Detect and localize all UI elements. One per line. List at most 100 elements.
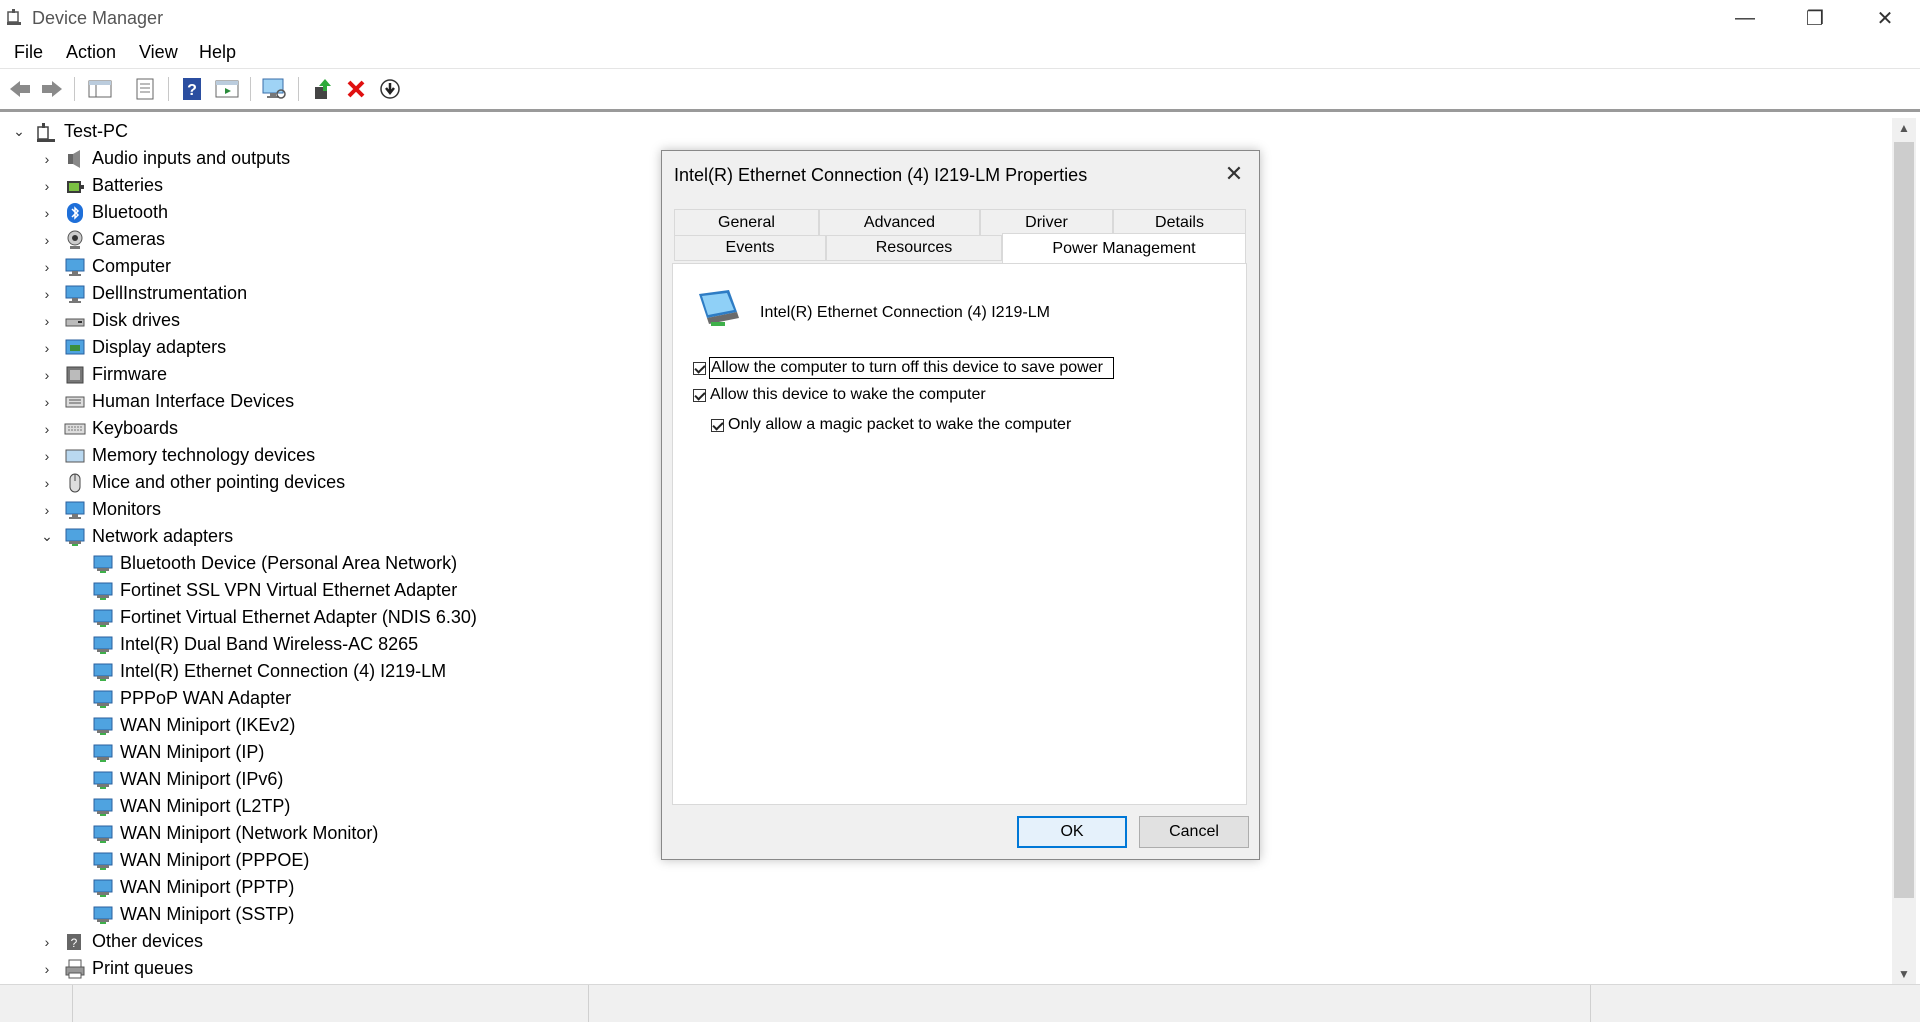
forward-icon[interactable] — [38, 75, 66, 103]
tree-device[interactable]: Fortinet Virtual Ethernet Adapter (NDIS … — [92, 604, 477, 631]
tab-general[interactable]: General — [674, 209, 819, 235]
scroll-down-arrow-icon[interactable]: ▼ — [1892, 964, 1916, 984]
tree-category[interactable]: › Computer — [40, 253, 171, 280]
scrollbar-thumb[interactable] — [1894, 142, 1914, 898]
help-icon[interactable]: ? — [178, 75, 206, 103]
tree-device[interactable]: PPPoP WAN Adapter — [92, 685, 291, 712]
hid-icon — [65, 396, 85, 407]
chevron-right-icon[interactable]: › — [40, 448, 54, 464]
chevron-right-icon[interactable]: › — [40, 286, 54, 302]
chevron-right-icon[interactable]: › — [40, 475, 54, 491]
allow-wake-checkbox[interactable]: Allow this device to wake the computer — [693, 386, 986, 404]
tree-category[interactable]: › DellInstrumentation — [40, 280, 247, 307]
tree-device[interactable]: WAN Miniport (SSTP) — [92, 901, 294, 928]
tree-device[interactable]: WAN Miniport (PPPOE) — [92, 847, 309, 874]
tab-resources[interactable]: Resources — [826, 235, 1002, 261]
tree-category[interactable]: › Batteries — [40, 172, 163, 199]
minimize-button[interactable]: — — [1710, 0, 1780, 36]
checkbox-checked-icon[interactable] — [711, 418, 724, 432]
allow-wake-label[interactable]: Allow this device to wake the computer — [710, 386, 986, 404]
tree-category[interactable]: ⌄ Network adapters — [40, 523, 233, 550]
chevron-right-icon[interactable]: › — [40, 394, 54, 410]
tab-details[interactable]: Details — [1113, 209, 1246, 235]
chevron-down-icon[interactable]: ⌄ — [40, 528, 54, 544]
show-hide-tree-icon[interactable] — [86, 75, 114, 103]
magic-packet-label[interactable]: Only allow a magic packet to wake the co… — [728, 416, 1071, 434]
tree-root[interactable]: ⌄ Test-PC — [12, 118, 128, 145]
close-button[interactable]: ✕ — [1850, 0, 1920, 36]
dialog-close-icon[interactable]: ✕ — [1219, 159, 1249, 189]
action-pane-icon[interactable] — [213, 75, 241, 103]
tab-driver[interactable]: Driver — [980, 209, 1113, 235]
checkbox-checked-icon[interactable] — [693, 388, 706, 402]
tree-category[interactable]: › Memory technology devices — [40, 442, 315, 469]
checkbox-checked-icon[interactable] — [693, 361, 706, 375]
tree-category-label: Human Interface Devices — [92, 391, 295, 411]
chevron-right-icon[interactable]: › — [40, 259, 54, 275]
tree-category[interactable]: ›? Other devices — [40, 928, 203, 955]
menu-help[interactable]: Help — [199, 42, 236, 63]
scroll-up-arrow-icon[interactable]: ▲ — [1892, 118, 1916, 138]
tree-device-label: Fortinet Virtual Ethernet Adapter (NDIS … — [120, 607, 477, 627]
properties-icon[interactable] — [131, 75, 159, 103]
tree-category-label: Computer — [92, 256, 172, 276]
tree-device[interactable]: WAN Miniport (PPTP) — [92, 874, 294, 901]
chevron-right-icon[interactable]: › — [40, 340, 54, 356]
tree-category-label: DellInstrumentation — [92, 283, 248, 303]
magic-packet-checkbox[interactable]: Only allow a magic packet to wake the co… — [711, 416, 1071, 434]
chevron-right-icon[interactable]: › — [40, 961, 54, 977]
uninstall-device-icon[interactable] — [342, 75, 370, 103]
tree-category[interactable]: › Print queues — [40, 955, 193, 982]
menu-file[interactable]: File — [14, 42, 43, 63]
maximize-button[interactable]: ❐ — [1780, 0, 1850, 36]
menu-action[interactable]: Action — [66, 42, 116, 63]
tree-category[interactable]: › Audio inputs and outputs — [40, 145, 291, 172]
tree-device[interactable]: Fortinet SSL VPN Virtual Ethernet Adapte… — [92, 577, 457, 604]
tree-device-label: WAN Miniport (Network Monitor) — [120, 823, 379, 843]
tree-category[interactable]: › Cameras — [40, 226, 165, 253]
tab-advanced[interactable]: Advanced — [819, 209, 980, 235]
tree-device-label: WAN Miniport (PPTP) — [120, 877, 295, 897]
chevron-right-icon[interactable]: › — [40, 205, 54, 221]
tree-device[interactable]: Intel(R) Dual Band Wireless-AC 8265 — [92, 631, 418, 658]
tree-device[interactable]: WAN Miniport (IP) — [92, 739, 264, 766]
chevron-down-icon[interactable]: ⌄ — [12, 123, 26, 139]
tab-events[interactable]: Events — [674, 235, 826, 261]
chevron-right-icon[interactable]: › — [40, 151, 54, 167]
network-adapter-icon — [93, 825, 113, 843]
ok-button[interactable]: OK — [1017, 816, 1127, 848]
tree-device[interactable]: WAN Miniport (L2TP) — [92, 793, 290, 820]
chevron-right-icon[interactable]: › — [40, 502, 54, 518]
vertical-scrollbar[interactable]: ▲ ▼ — [1892, 118, 1916, 984]
cancel-button[interactable]: Cancel — [1139, 816, 1249, 848]
tree-category[interactable]: › Human Interface Devices — [40, 388, 294, 415]
update-driver-icon[interactable] — [308, 75, 336, 103]
tree-device[interactable]: WAN Miniport (IKEv2) — [92, 712, 295, 739]
tree-category[interactable]: › Disk drives — [40, 307, 180, 334]
tab-power-management[interactable]: Power Management — [1002, 233, 1246, 263]
monitor-icon — [65, 501, 85, 519]
tree-category[interactable]: › Bluetooth — [40, 199, 168, 226]
tree-device[interactable]: WAN Miniport (Network Monitor) — [92, 820, 378, 847]
tree-category[interactable]: › Firmware — [40, 361, 167, 388]
tree-category[interactable]: › Mice and other pointing devices — [40, 469, 345, 496]
allow-turn-off-label[interactable]: Allow the computer to turn off this devi… — [709, 357, 1114, 379]
chevron-right-icon[interactable]: › — [40, 313, 54, 329]
tree-category[interactable]: › Monitors — [40, 496, 161, 523]
tree-device[interactable]: WAN Miniport (IPv6) — [92, 766, 283, 793]
chevron-right-icon[interactable]: › — [40, 232, 54, 248]
back-icon[interactable] — [6, 75, 34, 103]
dialog-title: Intel(R) Ethernet Connection (4) I219-LM… — [674, 165, 1088, 185]
chevron-right-icon[interactable]: › — [40, 367, 54, 383]
chevron-right-icon[interactable]: › — [40, 421, 54, 437]
tree-category[interactable]: › Display adapters — [40, 334, 226, 361]
chevron-right-icon[interactable]: › — [40, 934, 54, 950]
scan-hardware-icon[interactable] — [260, 75, 288, 103]
disable-device-icon[interactable] — [376, 75, 404, 103]
tree-category[interactable]: › Keyboards — [40, 415, 178, 442]
tree-device[interactable]: Intel(R) Ethernet Connection (4) I219-LM — [92, 658, 446, 685]
tree-device[interactable]: Bluetooth Device (Personal Area Network) — [92, 550, 457, 577]
allow-turn-off-checkbox[interactable]: Allow the computer to turn off this devi… — [693, 357, 1114, 379]
chevron-right-icon[interactable]: › — [40, 178, 54, 194]
menu-view[interactable]: View — [139, 42, 178, 63]
